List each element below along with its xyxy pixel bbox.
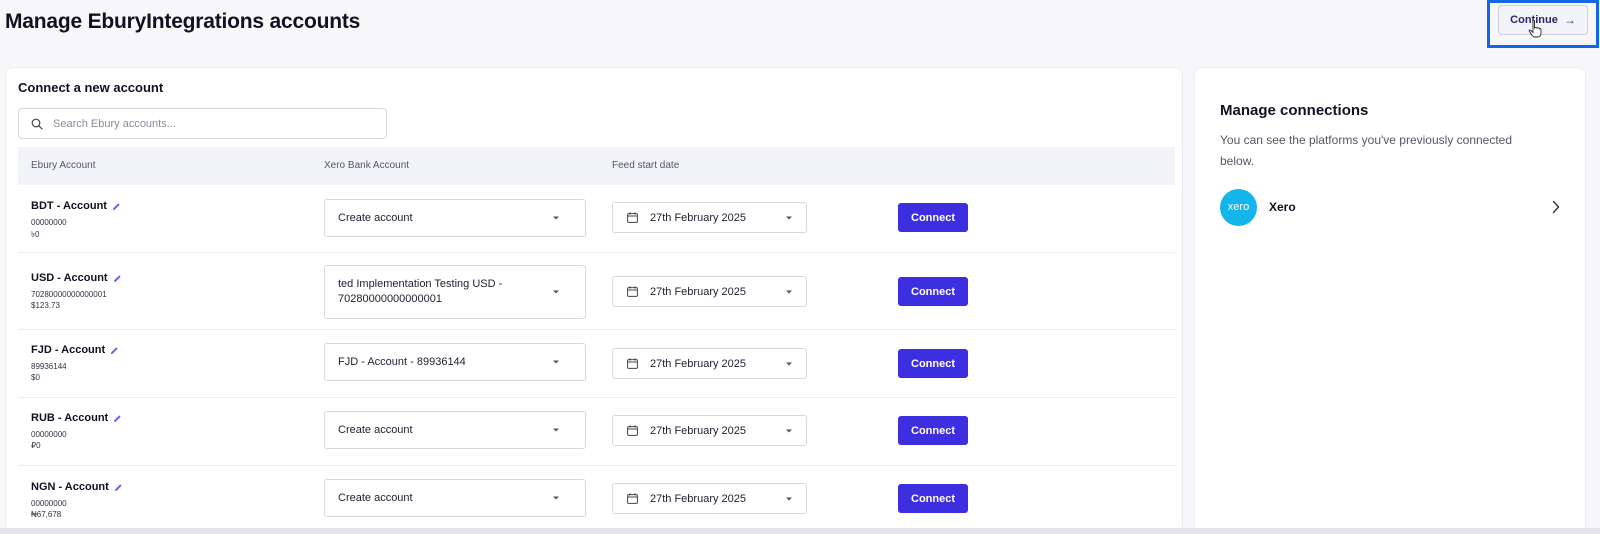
account-name-text: USD - Account: [31, 272, 108, 284]
xero-account-select[interactable]: FJD - Account - 89936144: [324, 343, 586, 381]
chevron-down-icon: [786, 290, 792, 293]
pencil-icon[interactable]: [112, 202, 121, 211]
chevron-right-icon: [1552, 200, 1560, 214]
account-name: NGN - Account: [31, 481, 123, 493]
xero-account-select[interactable]: Create account: [324, 411, 586, 449]
feed-date-value: 27th February 2025: [650, 285, 747, 298]
chevron-down-icon: [786, 362, 792, 365]
xero-account-value: ted Implementation Testing USD - 7028000…: [338, 278, 503, 305]
xero-account-value: Create account: [338, 491, 413, 504]
pencil-icon[interactable]: [113, 414, 122, 423]
chevron-down-icon: [786, 429, 792, 432]
arrow-right-icon: →: [1563, 13, 1576, 27]
xero-account-value: FJD - Account - 89936144: [338, 355, 466, 368]
table-row: BDT - Account 00000000 ৳0 Create account…: [18, 185, 1175, 253]
calendar-icon: [627, 425, 638, 436]
feed-date-value: 27th February 2025: [650, 492, 747, 505]
calendar-icon: [627, 286, 638, 297]
search-input[interactable]: [53, 117, 353, 130]
manage-title: Manage connections: [1220, 102, 1369, 119]
column-feed-start-date: Feed start date: [612, 160, 680, 171]
feed-date-picker[interactable]: 27th February 2025: [612, 415, 807, 446]
account-balance: $0: [31, 373, 40, 382]
account-balance: ₦67,678: [31, 510, 62, 519]
connect-account-panel: Connect a new account Ebury Account Xero…: [5, 67, 1183, 534]
connect-heading: Connect a new account: [18, 80, 164, 95]
search-icon: [31, 118, 43, 130]
column-xero-bank-account: Xero Bank Account: [324, 160, 410, 171]
feed-date-value: 27th February 2025: [650, 211, 747, 224]
feed-date-picker[interactable]: 27th February 2025: [612, 202, 807, 233]
calendar-icon: [627, 493, 638, 504]
account-balance: $123.73: [31, 301, 60, 310]
connect-button[interactable]: Connect: [898, 484, 968, 513]
connect-button[interactable]: Connect: [898, 416, 968, 445]
pencil-icon[interactable]: [114, 483, 123, 492]
connect-button[interactable]: Connect: [898, 277, 968, 306]
feed-date-value: 27th February 2025: [650, 424, 747, 437]
continue-button[interactable]: Continue →: [1498, 5, 1588, 35]
manage-description: You can see the platforms you've previou…: [1220, 133, 1513, 168]
chevron-down-icon: [553, 428, 559, 432]
xero-account-value: Create account: [338, 211, 413, 224]
calendar-icon: [627, 358, 638, 369]
page-title: Manage EburyIntegrations accounts: [5, 10, 361, 33]
account-balance: ₽0: [31, 441, 41, 450]
feed-date-picker[interactable]: 27th February 2025: [612, 348, 807, 379]
platform-row-xero[interactable]: xero Xero: [1220, 188, 1560, 226]
manage-connections-panel: Manage connections You can see the platf…: [1194, 67, 1586, 534]
account-name: USD - Account: [31, 272, 122, 284]
column-ebury-account: Ebury Account: [31, 160, 96, 171]
feed-date-picker[interactable]: 27th February 2025: [612, 483, 807, 514]
platform-name: Xero: [1269, 200, 1296, 214]
chevron-down-icon: [553, 496, 559, 500]
table-row: FJD - Account 89936144 $0 FJD - Account …: [18, 330, 1175, 398]
account-name-text: FJD - Account: [31, 344, 106, 356]
pencil-icon[interactable]: [113, 274, 122, 283]
account-name-text: RUB - Account: [31, 412, 109, 424]
chevron-down-icon: [786, 216, 792, 219]
account-name-text: BDT - Account: [31, 200, 107, 212]
xero-account-value: Create account: [338, 423, 413, 436]
horizontal-scrollbar[interactable]: [0, 528, 1600, 534]
xero-account-select[interactable]: Create account: [324, 199, 586, 237]
connect-button[interactable]: Connect: [898, 203, 968, 232]
chevron-down-icon: [553, 360, 559, 364]
hand-cursor-icon: [1528, 20, 1542, 38]
feed-date-picker[interactable]: 27th February 2025: [612, 276, 807, 307]
search-box[interactable]: [18, 108, 387, 139]
account-name: BDT - Account: [31, 200, 121, 212]
account-number: 00000000: [31, 218, 67, 227]
table-row: USD - Account 70280000000000001 $123.73 …: [18, 253, 1175, 330]
xero-account-select[interactable]: Create account: [324, 479, 586, 517]
table-row: NGN - Account 00000000 ₦67,678 Create ac…: [18, 466, 1175, 533]
pencil-icon[interactable]: [110, 346, 119, 355]
account-number: 00000000: [31, 499, 67, 508]
account-name: FJD - Account: [31, 344, 119, 356]
chevron-down-icon: [553, 290, 559, 294]
account-number: 70280000000000001: [31, 290, 107, 299]
chevron-down-icon: [786, 497, 792, 500]
account-name: RUB - Account: [31, 412, 122, 424]
chevron-down-icon: [553, 216, 559, 220]
account-number: 00000000: [31, 430, 67, 439]
connect-button[interactable]: Connect: [898, 349, 968, 378]
feed-date-value: 27th February 2025: [650, 357, 747, 370]
xero-logo: xero: [1220, 188, 1257, 226]
xero-account-select[interactable]: ted Implementation Testing USD - 7028000…: [324, 265, 586, 319]
calendar-icon: [627, 212, 638, 223]
account-balance: ৳0: [31, 230, 40, 239]
table-header: Ebury Account Xero Bank Account Feed sta…: [18, 147, 1175, 185]
account-number: 89936144: [31, 362, 67, 371]
account-name-text: NGN - Account: [31, 481, 109, 493]
table-row: RUB - Account 00000000 ₽0 Create account…: [18, 398, 1175, 466]
